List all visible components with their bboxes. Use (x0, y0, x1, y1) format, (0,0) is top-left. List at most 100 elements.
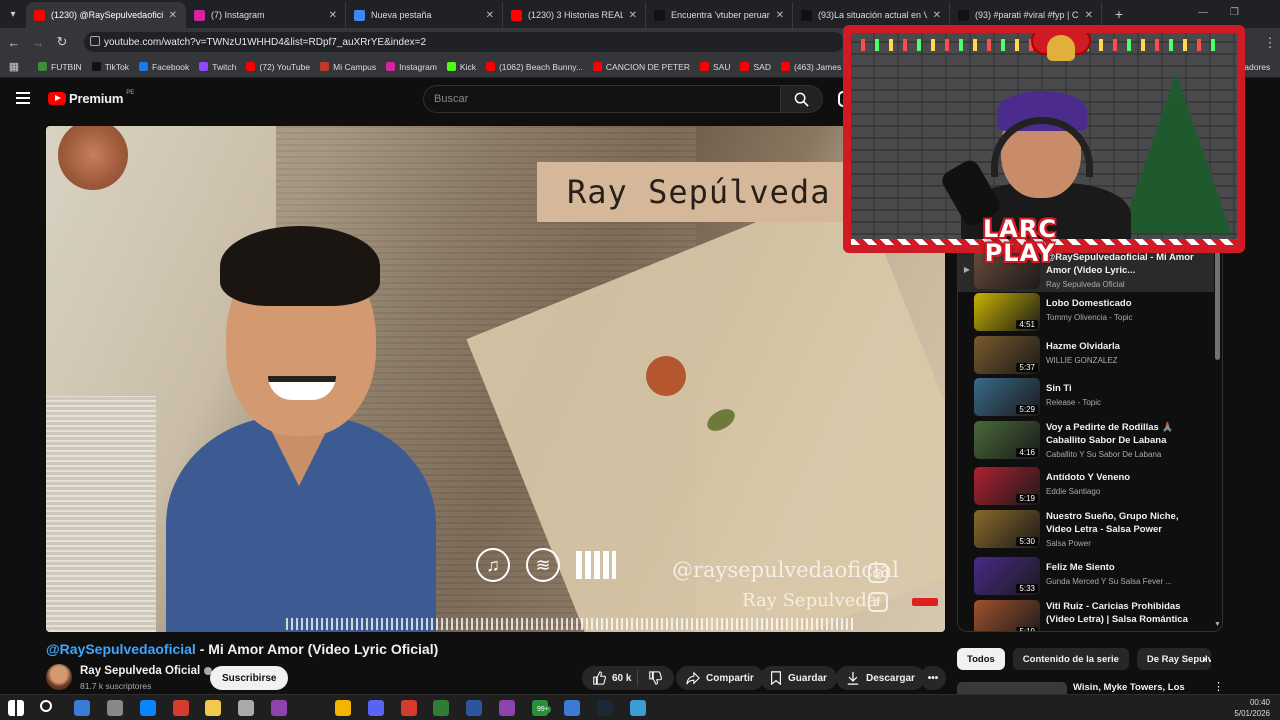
widgets-icon[interactable] (107, 700, 123, 716)
app-icon[interactable] (564, 700, 580, 716)
bookmark-item[interactable]: (72) YouTube (246, 62, 310, 72)
browser-tab[interactable]: (1230) 3 Historias REALES de H ✕ (503, 2, 646, 28)
back-icon[interactable]: ← (2, 35, 26, 50)
menu-icon[interactable] (16, 92, 30, 104)
app-icon[interactable] (238, 700, 254, 716)
bookmark-item[interactable]: (1062) Beach Bunny... (485, 61, 583, 72)
more-actions-button[interactable]: ••• (920, 666, 946, 690)
browser-menu-icon[interactable]: ⋮ (1258, 35, 1280, 51)
app-icon[interactable] (271, 700, 287, 716)
close-tab-icon[interactable]: ✕ (1085, 10, 1093, 21)
playlist-item[interactable]: 5:37 Hazme Olvidarla WILLIE GONZALEZ (958, 334, 1214, 377)
search-icon (794, 92, 809, 107)
thumbs-up-icon (593, 671, 606, 685)
bell-icon (1047, 35, 1075, 61)
playlist-item[interactable]: 4:16 Voy a Pedirte de Rodillas 🙏🏽 Caballi… (958, 419, 1214, 462)
playlist-item[interactable]: 5:19 Antídoto Y Veneno Eddie Santiago (958, 465, 1214, 508)
site-info-icon[interactable] (90, 36, 100, 46)
browser-tab[interactable]: (7) Instagram ✕ (186, 2, 346, 28)
bookmark-label: Mi Campus (333, 61, 377, 72)
app-icon[interactable] (499, 700, 515, 716)
chips-next-icon[interactable]: › (1202, 651, 1206, 666)
apps-grid-icon[interactable]: ▦ (0, 60, 28, 73)
playlist-scrollbar[interactable] (1215, 250, 1220, 360)
recommended-more-icon[interactable]: ⋮ (1213, 680, 1224, 693)
close-tab-icon[interactable]: ✕ (776, 10, 784, 21)
share-button[interactable]: Compartir (676, 666, 764, 690)
bookmark-item[interactable]: FUTBIN (38, 62, 82, 72)
bookmark-item[interactable]: CANCION DE PETER (592, 62, 690, 72)
bookmark-label: SAD (753, 61, 771, 72)
playlist-thumbnail: 5:29 (974, 378, 1040, 416)
video-player[interactable]: Ray Sepúlveda ♫ ≋ @raysepulvedaoficial ◎… (46, 126, 945, 632)
browser-tab[interactable]: Encuentra 'vtuber peruano hon ✕ (646, 2, 793, 28)
chrome-icon (354, 9, 365, 21)
subscribe-watermark[interactable] (912, 598, 938, 606)
download-button[interactable]: Descargar (836, 666, 925, 690)
browser-tab-bar: ▾ (1230) @RaySepulvedaofici ✕ (7) Instagra… (0, 0, 1280, 28)
video-title-hashtag[interactable]: @RaySepulvedaoficial (46, 641, 196, 657)
playlist-item[interactable]: 5:19 Viti Ruiz - Caricias Prohibidas (Vid… (958, 598, 1214, 631)
app-icon[interactable] (401, 700, 417, 716)
edge-icon[interactable] (140, 700, 156, 716)
word-icon[interactable] (466, 700, 482, 716)
system-clock[interactable]: 00:40 5/01/2026 (1234, 697, 1270, 719)
chip-from-channel[interactable]: De Ray Sepulve (1136, 648, 1211, 670)
app-icon[interactable] (173, 700, 189, 716)
playlist-item[interactable]: 5:29 Sin Ti Release - Topic (958, 376, 1214, 419)
tiktok-icon (801, 9, 812, 21)
chip-series-content[interactable]: Contenido de la serie (1012, 648, 1129, 670)
more-icon: ••• (927, 672, 939, 684)
playlist-item[interactable]: 5:33 Feliz Me Siento Gunda Merced Y Su Sal… (958, 555, 1214, 598)
chrome-icon[interactable] (335, 700, 351, 716)
playlist-scroll-down-icon[interactable]: ▼ (1214, 621, 1221, 628)
close-tab-icon[interactable]: ✕ (629, 10, 637, 21)
playlist-item[interactable]: 5:30 Nuestro Sueño, Grupo Niche, Video Le… (958, 508, 1214, 551)
reload-icon[interactable]: ↻ (50, 34, 74, 50)
bookmark-item[interactable]: TikTok (91, 62, 129, 72)
like-button[interactable]: 60 k (582, 670, 638, 686)
subscribe-button[interactable]: Suscribirse (210, 666, 289, 690)
close-tab-icon[interactable]: ✕ (329, 10, 337, 21)
minimize-icon[interactable]: — (1198, 7, 1208, 18)
calculator-icon[interactable] (433, 700, 449, 716)
search-input[interactable]: Buscar (423, 85, 781, 113)
bookmark-item[interactable]: Mi Campus (320, 62, 376, 72)
bookmark-item[interactable]: SAU (700, 62, 730, 72)
channel-name[interactable]: Ray Sepulveda Oficial (80, 665, 213, 677)
save-button[interactable]: Guardar (760, 666, 837, 690)
browser-tab[interactable]: (1230) @RaySepulvedaofici ✕ (26, 2, 186, 28)
close-tab-icon[interactable]: ✕ (933, 10, 941, 21)
close-tab-icon[interactable]: ✕ (169, 10, 177, 21)
bookmark-item[interactable]: SAD (740, 61, 771, 72)
dislike-button[interactable] (638, 671, 662, 685)
bookmark-item[interactable]: Kick (446, 62, 476, 72)
playlist-item[interactable]: 4:51 Lobo Domesticado Tommy Olivencia - To… (958, 291, 1214, 334)
restore-icon[interactable]: ❐ (1230, 7, 1239, 18)
url-text: youtube.com/watch?v=TWNzU1WHHD4&list=RDp… (104, 36, 427, 48)
task-view-icon[interactable] (74, 700, 90, 716)
pressed-flower (646, 356, 686, 396)
windows-start-icon[interactable] (8, 700, 24, 716)
discord-icon[interactable] (368, 700, 384, 716)
close-tab-icon[interactable]: ✕ (486, 10, 494, 21)
thumbs-down-icon (649, 671, 662, 685)
search-button[interactable] (781, 85, 823, 113)
tab-title: Nueva pestaña (371, 10, 432, 20)
bookmark-item[interactable]: Twitch (199, 62, 236, 72)
app-icon[interactable] (630, 700, 646, 716)
tab-search-icon[interactable]: ▾ (0, 0, 26, 28)
browser-tab[interactable]: Nueva pestaña ✕ (346, 2, 503, 28)
bookmark-item[interactable]: Facebook (138, 62, 189, 72)
forward-icon[interactable]: → (26, 35, 50, 50)
avatar[interactable] (46, 664, 72, 690)
search-icon[interactable] (40, 700, 52, 712)
file-explorer-icon[interactable] (205, 700, 221, 716)
steam-icon[interactable] (597, 700, 613, 716)
bookmark-item[interactable]: Instagram (386, 62, 437, 72)
bookmark-label: (1062) Beach Bunny... (498, 61, 583, 72)
youtube-logo[interactable]: Premium PE (48, 90, 134, 106)
chip-todos[interactable]: Todos (957, 648, 1005, 670)
url-field[interactable]: youtube.com/watch?v=TWNzU1WHHD4&list=RDp… (84, 32, 844, 52)
new-tab-button[interactable]: + (1108, 3, 1130, 25)
